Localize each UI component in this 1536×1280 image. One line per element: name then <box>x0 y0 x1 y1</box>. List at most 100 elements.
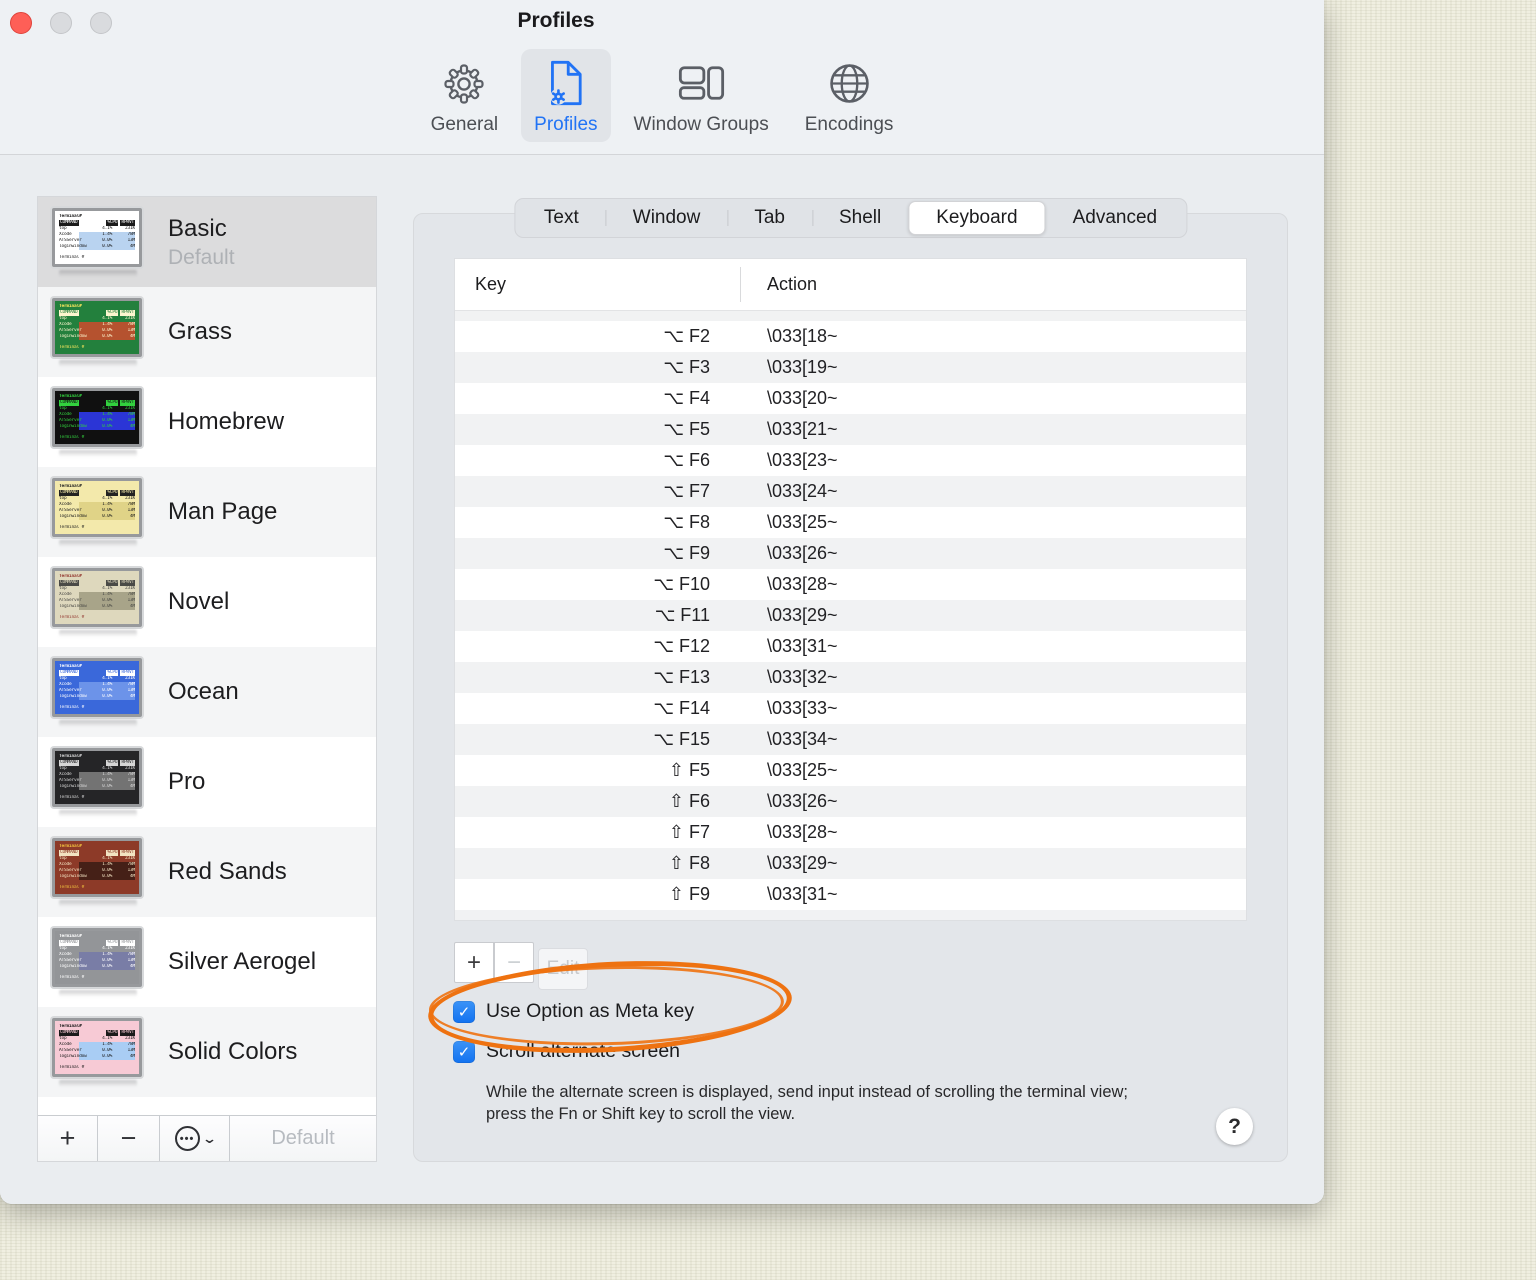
scroll-alternate-label[interactable]: Scroll alternate screen <box>486 1040 680 1063</box>
profile-name: Basic <box>168 214 227 242</box>
titlebar: Profiles <box>0 0 1324 45</box>
chevron-down-icon: ⌄ <box>201 1130 217 1146</box>
remove-key-button[interactable]: − <box>494 942 534 983</box>
add-key-button[interactable]: + <box>454 942 494 983</box>
action-cell: \033[19~ <box>767 357 838 377</box>
tab-advanced[interactable]: Advanced <box>1046 201 1185 235</box>
tab-bar: Text Window Tab Shell Keyboard Advanced <box>513 198 1188 238</box>
scroll-alternate-checkbox[interactable]: ✓ <box>453 1040 475 1063</box>
sidebar-item-ocean[interactable]: Terminal# COMMAND %CPU RPRVT top 4.1% 231K Xcod… <box>38 647 376 737</box>
tab-window[interactable]: Window <box>605 201 728 235</box>
action-cell: \033[32~ <box>767 667 838 687</box>
action-cell: \033[31~ <box>767 884 838 904</box>
table-row[interactable]: ⇧ F7 \033[28~ <box>455 817 1246 848</box>
thumbnail-reflection <box>59 899 137 907</box>
sidebar-item-red-sands[interactable]: Terminal# COMMAND %CPU RPRVT top 4.1% 231K Xcod… <box>38 827 376 917</box>
thumb-data-line: loginwindow 0.0% 4M <box>59 963 135 970</box>
profile-labels: Red Sands <box>168 858 287 886</box>
table-row[interactable]: ⌥ F2 \033[18~ <box>455 321 1246 352</box>
document-gear-icon <box>547 56 584 110</box>
toolbar-item-label: Window Groups <box>633 114 769 135</box>
add-profile-button[interactable]: + <box>38 1116 98 1161</box>
thumb-data-line: loginwindow 0.0% 4M <box>59 243 135 250</box>
table-row[interactable]: ⌥ F11 \033[29~ <box>455 600 1246 631</box>
profile-name: Novel <box>168 588 230 615</box>
column-header-action[interactable]: Action <box>740 274 817 295</box>
thumb-footer-line: Terminal # <box>59 884 85 890</box>
toolbar-item-window-groups[interactable]: Window Groups <box>621 49 782 142</box>
thumb-cell: 0.0% <box>102 513 113 519</box>
table-row[interactable]: ⌥ F14 \033[33~ <box>455 693 1246 724</box>
help-button[interactable]: ? <box>1216 1108 1253 1145</box>
thumb-footer-line: Terminal # <box>59 614 85 620</box>
thumb-cell: 4M <box>129 783 135 789</box>
tab-text[interactable]: Text <box>517 201 606 235</box>
table-row[interactable]: ⌥ F9 \033[26~ <box>455 538 1246 569</box>
table-row[interactable]: ⌥ F10 \033[28~ <box>455 569 1246 600</box>
thumb-cell: 0.0% <box>102 963 113 969</box>
sidebar-item-silver-aerogel[interactable]: Terminal# COMMAND %CPU RPRVT top 4.1% 231K Xcod… <box>38 917 376 1007</box>
profile-name: Silver Aerogel <box>168 948 317 975</box>
set-default-button[interactable]: Default <box>230 1116 376 1161</box>
sidebar-item-grass[interactable]: Terminal# COMMAND %CPU RPRVT top 4.1% 231K Xcod… <box>38 287 376 377</box>
thumbnail-reflection <box>59 359 137 367</box>
profile-thumbnail: Terminal# COMMAND %CPU RPRVT top 4.1% 231K Xcod… <box>52 477 144 547</box>
thumb-cell: 4M <box>129 693 135 699</box>
thumb-footer-line: Terminal # <box>59 704 85 710</box>
table-row[interactable]: ⌥ F12 \033[31~ <box>455 631 1246 662</box>
thumb-data-line: loginwindow 0.0% 4M <box>59 513 135 520</box>
table-row[interactable]: ⌥ F8 \033[25~ <box>455 507 1246 538</box>
table-row[interactable]: ⌥ F5 \033[21~ <box>455 414 1246 445</box>
desktop: { "window": { "title": "Profiles" }, "to… <box>0 0 1536 1280</box>
edit-key-button[interactable]: Edit <box>538 948 588 990</box>
sidebar-item-homebrew[interactable]: Terminal# COMMAND %CPU RPRVT top 4.1% 231K Xcod… <box>38 377 376 467</box>
key-cell: ⌥ F14 <box>653 698 710 718</box>
sidebar-item-basic[interactable]: Terminal# COMMAND %CPU RPRVT top 4.1% 231K Xcod… <box>38 197 376 287</box>
key-cell: ⌥ F7 <box>663 481 710 501</box>
profile-labels: Pro <box>168 768 205 796</box>
toolbar-item-general[interactable]: General <box>418 49 512 142</box>
profile-labels: Man Page <box>168 498 277 526</box>
toolbar-item-encodings[interactable]: Encodings <box>792 49 907 142</box>
remove-profile-button[interactable]: − <box>98 1116 160 1161</box>
thumb-cell: 0.0% <box>102 783 113 789</box>
thumb-footer-line: Terminal # <box>59 1064 85 1070</box>
table-row[interactable]: ⇧ F5 \033[25~ <box>455 755 1246 786</box>
thumbnail-reflection <box>59 629 137 637</box>
table-row[interactable]: ⇧ F9 \033[31~ <box>455 879 1246 910</box>
profile-name: Pro <box>168 768 206 795</box>
thumbnail-reflection <box>59 719 137 727</box>
option-meta-checkbox[interactable]: ✓ <box>453 1000 475 1023</box>
sidebar-footer: + − ••• ⌄ Default <box>38 1115 376 1161</box>
table-row[interactable]: ⌥ F6 \033[23~ <box>455 445 1246 476</box>
table-row[interactable]: ⌥ F7 \033[24~ <box>455 476 1246 507</box>
tab-keyboard[interactable]: Keyboard <box>908 201 1046 235</box>
profile-labels: Silver Aerogel <box>168 948 316 976</box>
window-title: Profiles <box>517 9 595 32</box>
thumbnail-reflection <box>59 1079 137 1087</box>
table-row[interactable]: ⌥ F4 \033[20~ <box>455 383 1246 414</box>
table-row[interactable]: ⌥ F15 \033[34~ <box>455 724 1246 755</box>
tab-shell[interactable]: Shell <box>811 201 908 235</box>
thumbnail-reflection <box>59 989 137 997</box>
table-row[interactable]: ⇧ F8 \033[29~ <box>455 848 1246 879</box>
sidebar-item-pro[interactable]: Terminal# COMMAND %CPU RPRVT top 4.1% 231K Xcod… <box>38 737 376 827</box>
table-row[interactable]: ⌥ F3 \033[19~ <box>455 352 1246 383</box>
sidebar-item-solid-colors[interactable]: Terminal# COMMAND %CPU RPRVT top 4.1% 231K Xcod… <box>38 1007 376 1097</box>
more-options-button[interactable]: ••• ⌄ <box>160 1116 230 1161</box>
thumb-cell: loginwindow <box>59 693 87 699</box>
sidebar-item-novel[interactable]: Terminal# COMMAND %CPU RPRVT top 4.1% 231K Xcod… <box>38 557 376 647</box>
thumb-cell: 4M <box>129 333 135 339</box>
column-header-key[interactable]: Key <box>455 274 740 295</box>
toolbar-item-profiles[interactable]: Profiles <box>521 49 611 142</box>
sidebar-item-man-page[interactable]: Terminal# COMMAND %CPU RPRVT top 4.1% 231K Xcod… <box>38 467 376 557</box>
table-row[interactable]: ⇧ F6 \033[26~ <box>455 786 1246 817</box>
profile-thumbnail: Terminal# COMMAND %CPU RPRVT top 4.1% 231K Xcod… <box>52 567 144 637</box>
profile-thumbnail: Terminal# COMMAND %CPU RPRVT top 4.1% 231K Xcod… <box>52 297 144 367</box>
option-meta-label[interactable]: Use Option as Meta key <box>486 1000 694 1023</box>
key-cell: ⌥ F2 <box>663 326 710 346</box>
thumb-cell: loginwindow <box>59 783 87 789</box>
table-row[interactable]: ⌥ F13 \033[32~ <box>455 662 1246 693</box>
tab-tab[interactable]: Tab <box>727 201 812 235</box>
thumb-cell: 0.0% <box>102 873 113 879</box>
